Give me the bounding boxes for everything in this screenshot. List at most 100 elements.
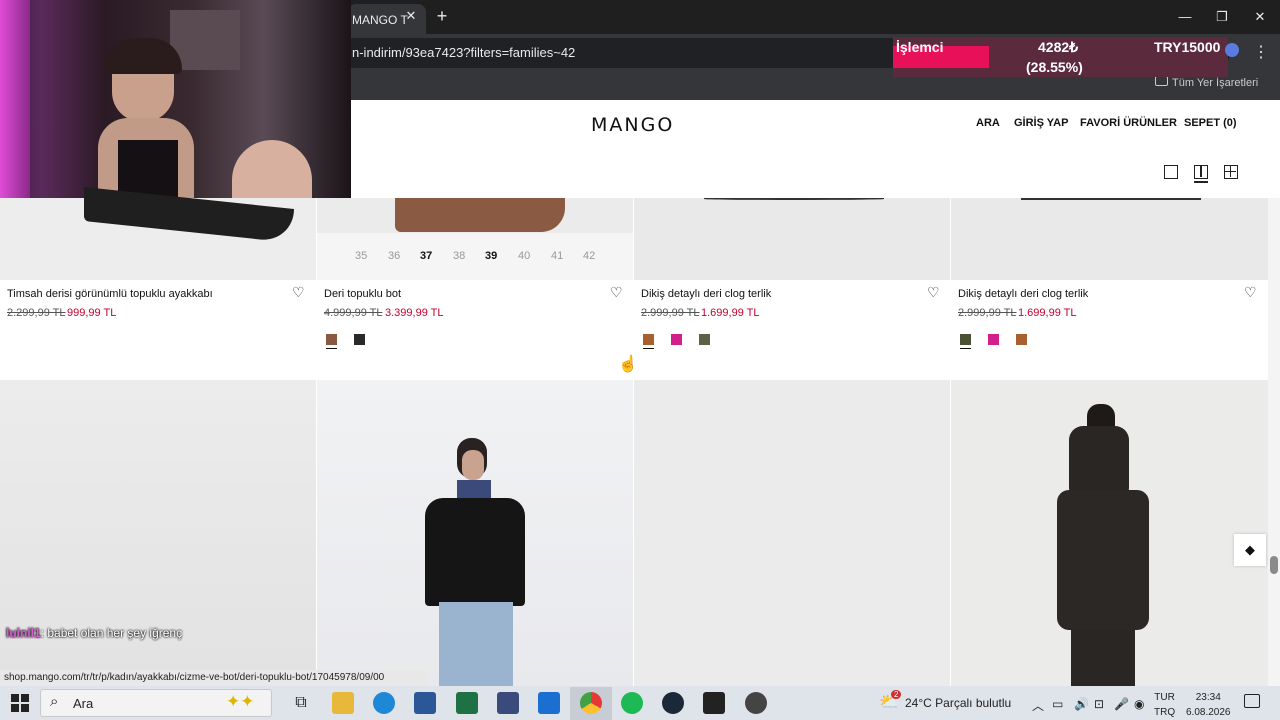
nav-search[interactable]: ARA	[976, 117, 1000, 129]
product-image[interactable]	[317, 198, 633, 233]
tray-chevron-icon[interactable]: ︿	[1032, 697, 1044, 714]
favorite-heart-icon[interactable]: ♡	[927, 284, 940, 301]
top-clothing	[118, 140, 178, 198]
size-option[interactable]: 39	[485, 250, 497, 262]
product-image[interactable]	[951, 380, 1268, 686]
view-single-icon[interactable]	[1164, 165, 1178, 179]
old-price: 2.299,99 TL	[7, 307, 66, 319]
chat-message: luinil1: babet olan her şey iğrenç	[6, 626, 182, 640]
task-view-icon[interactable]: ⧉	[290, 692, 312, 714]
keyboard-layout: TRQ	[1154, 707, 1176, 718]
nav-login[interactable]: GİRİŞ YAP	[1014, 117, 1068, 129]
tray-app-icon[interactable]: ◉	[1134, 697, 1144, 711]
language-indicator[interactable]: TUR TRQ	[1154, 690, 1175, 720]
app-icon[interactable]	[703, 692, 725, 714]
color-swatch[interactable]	[1016, 334, 1027, 345]
windows-start-icon[interactable]	[11, 694, 29, 712]
minimize-icon[interactable]: —	[1170, 6, 1200, 28]
volume-icon[interactable]: 🔊	[1074, 697, 1089, 711]
url-text[interactable]: n-indirim/93ea7423?filters=families~42	[352, 45, 575, 60]
mango-logo[interactable]: MANGO	[591, 114, 674, 136]
sale-price: 1.699,99 TL	[1018, 307, 1077, 319]
model-trousers	[1071, 630, 1135, 686]
close-window-icon[interactable]: ✕	[1245, 6, 1275, 28]
favorite-heart-icon[interactable]: ♡	[610, 284, 623, 301]
scrollbar-thumb[interactable]	[1270, 556, 1278, 574]
product-image[interactable]	[0, 186, 316, 280]
size-option[interactable]: 35	[355, 250, 367, 262]
color-swatch[interactable]	[326, 334, 337, 349]
tab-title: MANGO T	[352, 13, 408, 27]
color-swatch[interactable]	[699, 334, 710, 345]
color-swatch[interactable]	[643, 334, 654, 349]
diamond-icon[interactable]: ◆	[1234, 534, 1266, 566]
model-blazer	[425, 498, 525, 606]
store-icon[interactable]	[538, 692, 560, 714]
weather-text[interactable]: 24°C Parçalı bulutlu	[905, 696, 1011, 710]
folder-icon	[1155, 76, 1168, 86]
old-price: 4.999,99 TL	[324, 307, 383, 319]
search-icon: ⌕	[50, 693, 59, 710]
microphone-icon[interactable]: 🎤	[1114, 697, 1129, 711]
tab-close-icon[interactable]: ✕	[404, 9, 418, 23]
view-quad-icon[interactable]	[1224, 165, 1238, 179]
product-image[interactable]	[634, 198, 950, 280]
taskbar-search-label: Ara	[73, 696, 94, 711]
color-swatch[interactable]	[960, 334, 971, 349]
page-scrollbar[interactable]	[1268, 198, 1280, 686]
restore-icon[interactable]: ❐	[1207, 6, 1237, 28]
old-price: 2.999,99 TL	[958, 307, 1017, 319]
favorite-heart-icon[interactable]: ♡	[1244, 284, 1257, 301]
steam-icon[interactable]	[662, 692, 684, 714]
size-option[interactable]: 41	[551, 250, 563, 262]
new-tab-icon[interactable]: +	[432, 6, 452, 26]
old-price: 2.999,99 TL	[641, 307, 700, 319]
goal-emblem-icon	[1225, 43, 1239, 57]
model-jeans	[439, 602, 513, 686]
product-image[interactable]	[951, 198, 1268, 280]
battery-icon[interactable]: ▭	[1052, 697, 1063, 711]
view-double-active-indicator	[1194, 181, 1208, 183]
size-option[interactable]: 42	[583, 250, 595, 262]
hand-cursor-icon: ☝	[618, 356, 638, 373]
language-code: TUR	[1154, 692, 1175, 703]
clock-date: 6.08.2026	[1186, 707, 1231, 718]
word-icon[interactable]	[414, 692, 436, 714]
calculator-icon[interactable]	[497, 692, 519, 714]
nav-cart[interactable]: SEPET (0)	[1184, 117, 1237, 129]
network-icon[interactable]: ⊡	[1094, 697, 1104, 711]
size-option[interactable]: 36	[388, 250, 400, 262]
chrome-icon[interactable]	[580, 692, 602, 714]
webcam-overlay	[0, 0, 351, 198]
product-name[interactable]: Dikiş detaylı deri clog terlik	[958, 288, 1088, 300]
favorite-heart-icon[interactable]: ♡	[292, 284, 305, 301]
excel-icon[interactable]	[456, 692, 478, 714]
product-image[interactable]	[0, 380, 316, 686]
product-image[interactable]	[634, 380, 950, 686]
goal-value: 4282₺	[1038, 39, 1079, 55]
browser-menu-icon[interactable]: ⋮	[1252, 42, 1270, 64]
product-name[interactable]: Timsah derisi görünümlü topuklu ayakkabı	[7, 288, 213, 300]
spotify-icon[interactable]	[621, 692, 643, 714]
chat-username: luinil1	[6, 626, 41, 640]
taskbar-clock[interactable]: 23:34 6.08.2026	[1186, 690, 1231, 720]
size-option[interactable]: 38	[453, 250, 465, 262]
size-option[interactable]: 37	[420, 250, 432, 262]
file-explorer-icon[interactable]	[332, 692, 354, 714]
product-name[interactable]: Dikiş detaylı deri clog terlik	[641, 288, 771, 300]
color-swatch[interactable]	[988, 334, 999, 345]
view-double-icon[interactable]	[1194, 165, 1208, 179]
color-swatch[interactable]	[671, 334, 682, 345]
product-image[interactable]	[317, 380, 633, 686]
clock-time: 23:34	[1195, 692, 1221, 703]
nav-favorites[interactable]: FAVORİ ÜRÜNLER	[1080, 117, 1177, 129]
sparkle-icon: ✦✦	[226, 692, 255, 711]
color-swatch[interactable]	[354, 334, 365, 345]
edge-icon[interactable]	[373, 692, 395, 714]
product-name[interactable]: Deri topuklu bot	[324, 288, 401, 300]
obs-icon[interactable]	[745, 692, 767, 714]
notification-icon[interactable]	[1244, 694, 1260, 708]
bookmarks-folder[interactable]: Tüm Yer İşaretleri	[1172, 77, 1258, 89]
size-option[interactable]: 40	[518, 250, 530, 262]
boot-shape	[395, 198, 565, 232]
